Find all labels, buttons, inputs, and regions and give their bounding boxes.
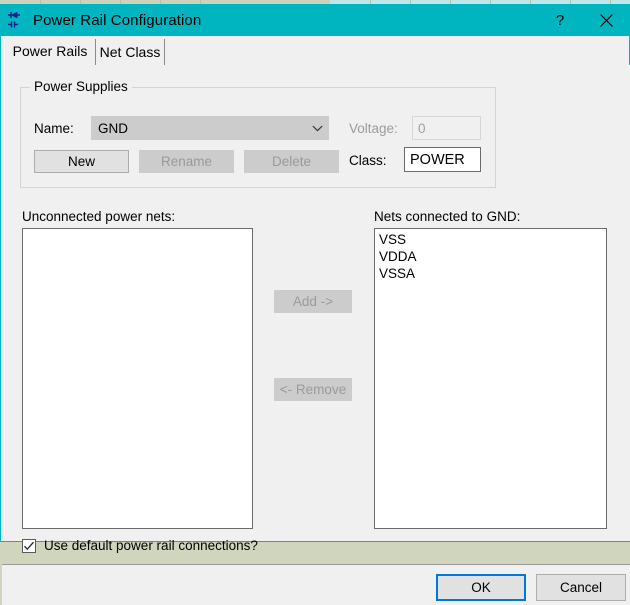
dialog-footer: OK Cancel xyxy=(2,565,630,605)
window-title: Power Rail Configuration xyxy=(33,11,202,29)
checkbox-label: Use default power rail connections? xyxy=(44,538,258,553)
class-label: Class: xyxy=(349,153,387,168)
tab-power-rails[interactable]: Power Rails xyxy=(6,37,94,65)
close-button[interactable] xyxy=(583,4,629,36)
list-item[interactable]: VSSA xyxy=(375,265,606,282)
close-icon xyxy=(599,13,613,27)
rename-button[interactable]: Rename xyxy=(139,150,234,173)
power-rail-icon xyxy=(5,9,27,31)
name-label: Name: xyxy=(34,121,74,136)
unconnected-nets-label: Unconnected power nets: xyxy=(22,209,176,224)
name-combobox-value: GND xyxy=(98,120,128,136)
use-default-power-rail-connections-checkbox[interactable]: Use default power rail connections? xyxy=(22,538,258,553)
voltage-input[interactable]: 0 xyxy=(412,116,481,140)
unconnected-nets-listbox[interactable] xyxy=(22,228,253,529)
ok-button-label: OK xyxy=(471,580,491,595)
help-button[interactable]: ? xyxy=(537,4,583,36)
new-button-label: New xyxy=(67,154,95,169)
voltage-input-value: 0 xyxy=(418,120,426,136)
title-bar: Power Rail Configuration ? xyxy=(1,4,629,36)
connected-nets-listbox[interactable]: VSS VDDA VSSA xyxy=(374,228,607,529)
delete-button[interactable]: Delete xyxy=(244,150,339,173)
chevron-down-icon xyxy=(306,117,328,139)
cancel-button[interactable]: Cancel xyxy=(536,574,626,601)
tab-power-rails-label: Power Rails xyxy=(12,43,88,59)
power-rails-tab-page: Power Supplies Name: GND Voltage: 0 New … xyxy=(2,65,630,605)
rename-button-label: Rename xyxy=(160,154,213,169)
voltage-label: Voltage: xyxy=(349,121,398,136)
add-button[interactable]: Add -> xyxy=(274,290,352,313)
tab-strip: Power Rails Net Class xyxy=(2,37,630,66)
remove-button[interactable]: <- Remove xyxy=(274,378,352,401)
list-item[interactable]: VSS xyxy=(375,231,606,248)
question-mark-icon: ? xyxy=(555,11,565,29)
class-input[interactable]: POWER xyxy=(404,147,481,172)
new-button[interactable]: New xyxy=(34,150,129,173)
power-rail-configuration-dialog: Power Rail Configuration ? Power Rails N… xyxy=(0,4,630,605)
add-button-label: Add -> xyxy=(292,294,334,309)
checkbox-box xyxy=(22,538,36,553)
cancel-button-label: Cancel xyxy=(559,580,603,595)
class-input-value: POWER xyxy=(410,151,465,168)
delete-button-label: Delete xyxy=(271,154,312,169)
name-combobox[interactable]: GND xyxy=(91,116,329,140)
connected-nets-label: Nets connected to GND: xyxy=(374,209,521,224)
tab-net-class-label: Net Class xyxy=(99,44,161,60)
tab-net-class[interactable]: Net Class xyxy=(95,39,165,65)
ok-button[interactable]: OK xyxy=(436,574,526,601)
list-item[interactable]: VDDA xyxy=(375,248,606,265)
remove-button-label: <- Remove xyxy=(279,382,347,397)
power-supplies-group-legend: Power Supplies xyxy=(30,79,132,94)
checkmark-icon xyxy=(24,541,34,550)
